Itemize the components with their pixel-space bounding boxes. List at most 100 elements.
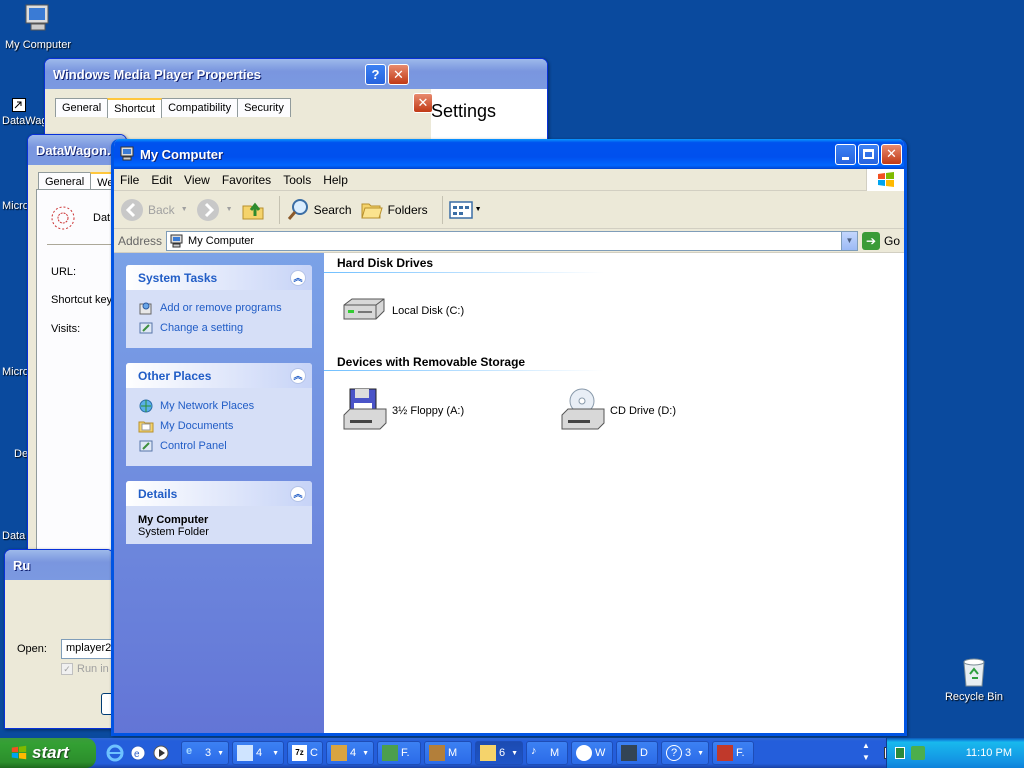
tab-shortcut[interactable]: Shortcut bbox=[107, 98, 163, 118]
add-remove-programs-link[interactable]: Add or remove programs bbox=[138, 298, 300, 318]
taskbar-button-label: M bbox=[448, 747, 458, 759]
system-tasks-panel: System Tasks ︽ Add or remove programs Ch… bbox=[126, 265, 312, 348]
taskbar-button-mmc[interactable]: M bbox=[424, 741, 472, 765]
back-label: Back bbox=[148, 202, 175, 217]
toolbar: Back ▼ ▼ Search Folders ▼ bbox=[114, 191, 904, 229]
desktop-icon-my-computer[interactable]: My Computer bbox=[0, 2, 76, 51]
back-button[interactable]: Back ▼ bbox=[120, 198, 188, 222]
mmc-icon bbox=[429, 745, 445, 761]
other-places-header[interactable]: Other Places ︽ bbox=[126, 363, 312, 388]
drive-local-disk-c[interactable]: Local Disk (C:) bbox=[340, 295, 464, 327]
up-folder-button[interactable] bbox=[241, 198, 265, 222]
taskbar-button-app2[interactable]: F. bbox=[712, 741, 754, 765]
forward-arrow-icon bbox=[196, 198, 219, 221]
floppy-drive-icon bbox=[343, 388, 387, 430]
taskbar-button-label: F. bbox=[736, 747, 745, 759]
system-tasks-body: Add or remove programs Change a setting bbox=[126, 290, 312, 348]
menu-edit[interactable]: Edit bbox=[145, 173, 178, 187]
wmp-titlebar[interactable]: Windows Media Player Properties ? ✕ bbox=[45, 59, 547, 89]
group-divider bbox=[324, 272, 604, 273]
my-computer-titlebar[interactable]: My Computer ✕ bbox=[114, 139, 904, 169]
search-icon bbox=[287, 198, 308, 220]
open-label: Open: bbox=[17, 643, 47, 655]
menu-tools[interactable]: Tools bbox=[277, 173, 317, 187]
app-name: Dat bbox=[93, 212, 111, 224]
search-button[interactable]: Search bbox=[286, 198, 352, 222]
network-places-icon bbox=[139, 399, 153, 413]
go-button[interactable]: ➔ Go bbox=[861, 231, 900, 250]
address-value: My Computer bbox=[188, 234, 255, 247]
field-label-shortcut: Shortcut key bbox=[51, 294, 113, 306]
desktop-icon-recycle-bin[interactable]: Recycle Bin bbox=[936, 656, 1012, 703]
drive-cd-d[interactable]: CD Drive (D:) bbox=[558, 387, 676, 435]
taskbar-button-app-group[interactable]: 4 ▼ bbox=[326, 741, 374, 765]
maximize-button[interactable] bbox=[858, 143, 879, 165]
taskbar-button-frontpage[interactable]: F. bbox=[377, 741, 421, 765]
ie-icon[interactable] bbox=[106, 744, 124, 762]
taskbar-button-music[interactable]: ♪ M bbox=[526, 741, 568, 765]
drive-floppy-a[interactable]: 3½ Floppy (A:) bbox=[340, 387, 464, 435]
system-tasks-header[interactable]: System Tasks ︽ bbox=[126, 265, 312, 290]
control-panel-link[interactable]: Control Panel bbox=[138, 436, 300, 456]
close-button[interactable]: ✕ bbox=[881, 143, 902, 165]
clock[interactable]: 11:10 PM bbox=[966, 747, 1012, 759]
taskbar-button-notepad-group[interactable]: 4 ▼ bbox=[232, 741, 284, 765]
taskbar-button-label: 6 bbox=[499, 747, 506, 759]
taskbar-button-ie-group[interactable]: e 3 ▼ bbox=[181, 741, 229, 765]
taskbar-button-wmp[interactable]: W bbox=[571, 741, 613, 765]
run-checkbox[interactable]: ✓ Run in bbox=[61, 663, 109, 675]
tab-compatibility[interactable]: Compatibility bbox=[161, 98, 239, 117]
views-button[interactable]: ▼ bbox=[448, 200, 482, 220]
menu-file[interactable]: File bbox=[114, 173, 145, 187]
folders-button[interactable]: Folders bbox=[360, 198, 428, 222]
address-dropdown-icon[interactable]: ▼ bbox=[840, 231, 857, 250]
collapse-icon[interactable]: ︽ bbox=[290, 367, 306, 384]
open-input[interactable]: mplayer2 bbox=[61, 639, 113, 659]
app-icon bbox=[331, 745, 347, 761]
forward-button[interactable]: ▼ bbox=[196, 198, 233, 222]
help-button[interactable]: ? bbox=[365, 64, 386, 85]
windows-logo bbox=[866, 169, 904, 191]
back-dropdown-icon[interactable]: ▼ bbox=[181, 206, 188, 213]
menu-view[interactable]: View bbox=[178, 173, 216, 187]
run-titlebar[interactable]: Ru bbox=[5, 550, 113, 580]
taskbar-button-datawagon[interactable]: D bbox=[616, 741, 658, 765]
datawagon-icon bbox=[621, 745, 637, 761]
collapse-icon[interactable]: ︽ bbox=[290, 269, 306, 286]
taskbar-button-folder-group[interactable]: 6 ▼ bbox=[475, 741, 523, 765]
start-button[interactable]: start bbox=[0, 738, 96, 768]
address-input[interactable]: My Computer ▼ bbox=[166, 230, 858, 251]
chevron-down-icon[interactable]: ▼ bbox=[858, 752, 874, 764]
run-dialog[interactable]: Ru Open: mplayer2 ✓ Run in bbox=[4, 549, 114, 729]
my-computer-window[interactable]: My Computer ✕ File Edit View Favorites T… bbox=[111, 139, 907, 736]
link-label: My Network Places bbox=[160, 400, 255, 412]
field-label-visits: Visits: bbox=[51, 323, 81, 335]
tray-app-icon[interactable] bbox=[895, 747, 905, 759]
group-divider bbox=[324, 370, 604, 371]
taskbar: start e e 3 ▼ 4 ▼ 7z C 4 ▼ F. M 6 ▼ ♪ M W D ? 3 ▼… bbox=[0, 738, 1024, 768]
explorer-icon[interactable]: e bbox=[129, 744, 147, 762]
go-arrow-icon: ➔ bbox=[861, 231, 880, 250]
my-documents-link[interactable]: My Documents bbox=[138, 416, 300, 436]
network-tray-icon[interactable] bbox=[911, 746, 925, 760]
close-button-behind[interactable]: ✕ bbox=[413, 93, 433, 113]
menu-favorites[interactable]: Favorites bbox=[216, 173, 277, 187]
panel-title: Details bbox=[138, 486, 178, 501]
chevron-up-icon[interactable]: ▲ bbox=[858, 740, 874, 752]
views-icon bbox=[448, 200, 473, 219]
tab-security[interactable]: Security bbox=[237, 98, 291, 117]
forward-dropdown-icon[interactable]: ▼ bbox=[226, 206, 233, 213]
minimize-button[interactable] bbox=[835, 143, 856, 165]
tab-general[interactable]: General bbox=[55, 98, 109, 117]
menu-help[interactable]: Help bbox=[317, 173, 354, 187]
media-player-icon[interactable] bbox=[152, 744, 170, 762]
my-network-places-link[interactable]: My Network Places bbox=[138, 396, 300, 416]
collapse-icon[interactable]: ︽ bbox=[290, 485, 306, 502]
change-setting-link[interactable]: Change a setting bbox=[138, 318, 300, 338]
close-button[interactable]: ✕ bbox=[388, 64, 409, 85]
taskbar-scroll[interactable]: ▲ ▼ bbox=[858, 740, 874, 764]
taskbar-button-help-group[interactable]: ? 3 ▼ bbox=[661, 741, 709, 765]
wmp-icon bbox=[576, 745, 592, 761]
taskbar-button-7zip[interactable]: 7z C bbox=[287, 741, 323, 765]
details-header[interactable]: Details ︽ bbox=[126, 481, 312, 506]
